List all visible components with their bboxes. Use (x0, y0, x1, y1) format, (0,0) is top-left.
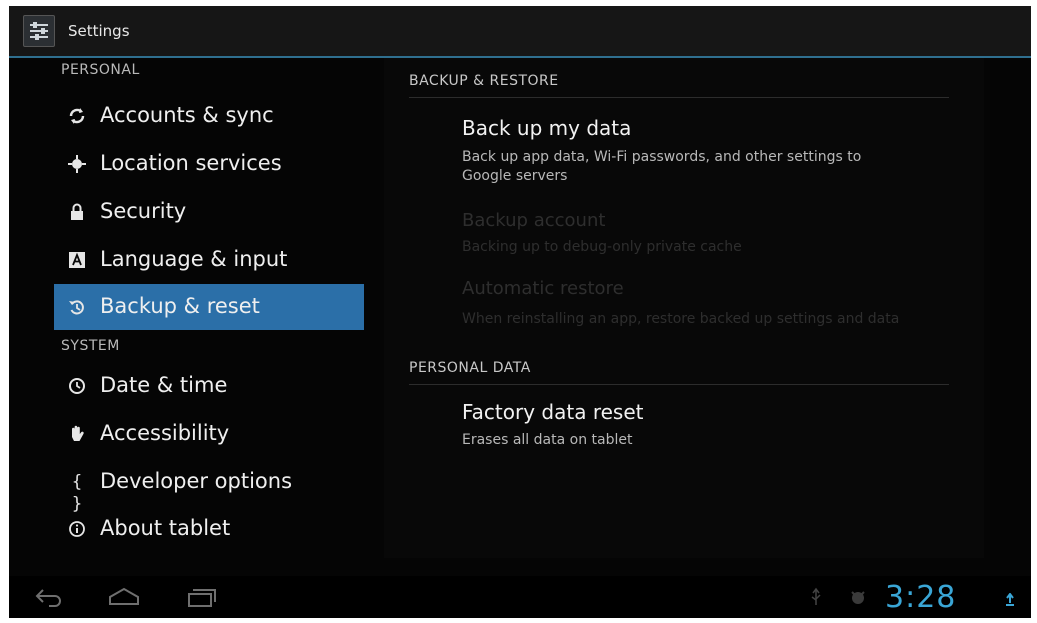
settings-app-icon[interactable] (23, 15, 55, 47)
sidebar-item-label: Backup & reset (100, 294, 260, 318)
pref-title: Back up my data (462, 116, 632, 140)
home-icon[interactable] (104, 584, 144, 610)
section-divider (409, 97, 949, 98)
section-header-backup-restore: BACKUP & RESTORE (409, 73, 559, 89)
debug-icon (847, 586, 869, 612)
sync-icon (66, 105, 88, 127)
lock-icon (66, 201, 88, 223)
pref-title: Backup account (462, 210, 606, 231)
settings-sidebar: PERSONAL Accounts & sync Location servic… (9, 58, 384, 558)
sidebar-item-label: About tablet (100, 516, 231, 540)
section-header-system: SYSTEM (61, 338, 120, 354)
info-icon (66, 518, 88, 540)
system-bar: 3:28 (9, 576, 1031, 618)
pref-title: Factory data reset (462, 400, 644, 424)
detail-pane: BACKUP & RESTORE Back up my data Back up… (384, 58, 984, 558)
pref-summary: Back up app data, Wi-Fi passwords, and o… (462, 149, 862, 184)
app-title: Settings (68, 22, 130, 40)
keyboard-icon (66, 249, 88, 271)
back-icon[interactable] (29, 584, 69, 610)
sidebar-item-accounts-sync[interactable]: Accounts & sync (54, 93, 364, 139)
sidebar-item-label: Security (100, 199, 187, 223)
clock-icon (66, 375, 88, 397)
hand-icon (66, 423, 88, 445)
pref-summary: Erases all data on tablet (462, 432, 633, 448)
pref-summary: When reinstalling an app, restore backed… (462, 311, 900, 327)
backup-icon (66, 296, 88, 318)
sidebar-item-security[interactable]: Security (54, 189, 364, 235)
sidebar-item-label: Location services (100, 151, 282, 175)
action-bar: Settings (9, 6, 1031, 58)
sidebar-item-date-time[interactable]: Date & time (54, 363, 364, 409)
tablet-screen: Settings PERSONAL Accounts & sync Locati… (9, 6, 1031, 618)
sidebar-item-label: Language & input (100, 247, 288, 271)
section-header-personal: PERSONAL (61, 62, 140, 78)
sidebar-item-label: Accounts & sync (100, 103, 274, 127)
sidebar-item-backup-reset[interactable]: Backup & reset (54, 284, 364, 330)
clock: 3:28 (885, 580, 957, 615)
braces-icon: { } (71, 472, 83, 514)
recent-apps-icon[interactable] (181, 584, 221, 610)
location-icon (66, 153, 88, 175)
sidebar-item-location-services[interactable]: Location services (54, 141, 364, 187)
sidebar-item-developer-options[interactable]: { } Developer options (54, 459, 364, 514)
sidebar-item-about-tablet[interactable]: About tablet (54, 506, 364, 552)
usb-icon (809, 587, 823, 611)
sidebar-item-language-input[interactable]: Language & input (54, 237, 364, 283)
sidebar-item-accessibility[interactable]: Accessibility (54, 411, 364, 457)
pref-title: Automatic restore (462, 278, 624, 299)
signal-icon (1004, 592, 1016, 611)
sidebar-item-label: Accessibility (100, 421, 230, 445)
pref-summary: Backing up to debug-only private cache (462, 239, 742, 255)
section-header-personal-data: PERSONAL DATA (409, 360, 531, 376)
sidebar-item-label: Date & time (100, 373, 228, 397)
sidebar-item-label: Developer options (100, 469, 293, 493)
section-divider (409, 384, 949, 385)
